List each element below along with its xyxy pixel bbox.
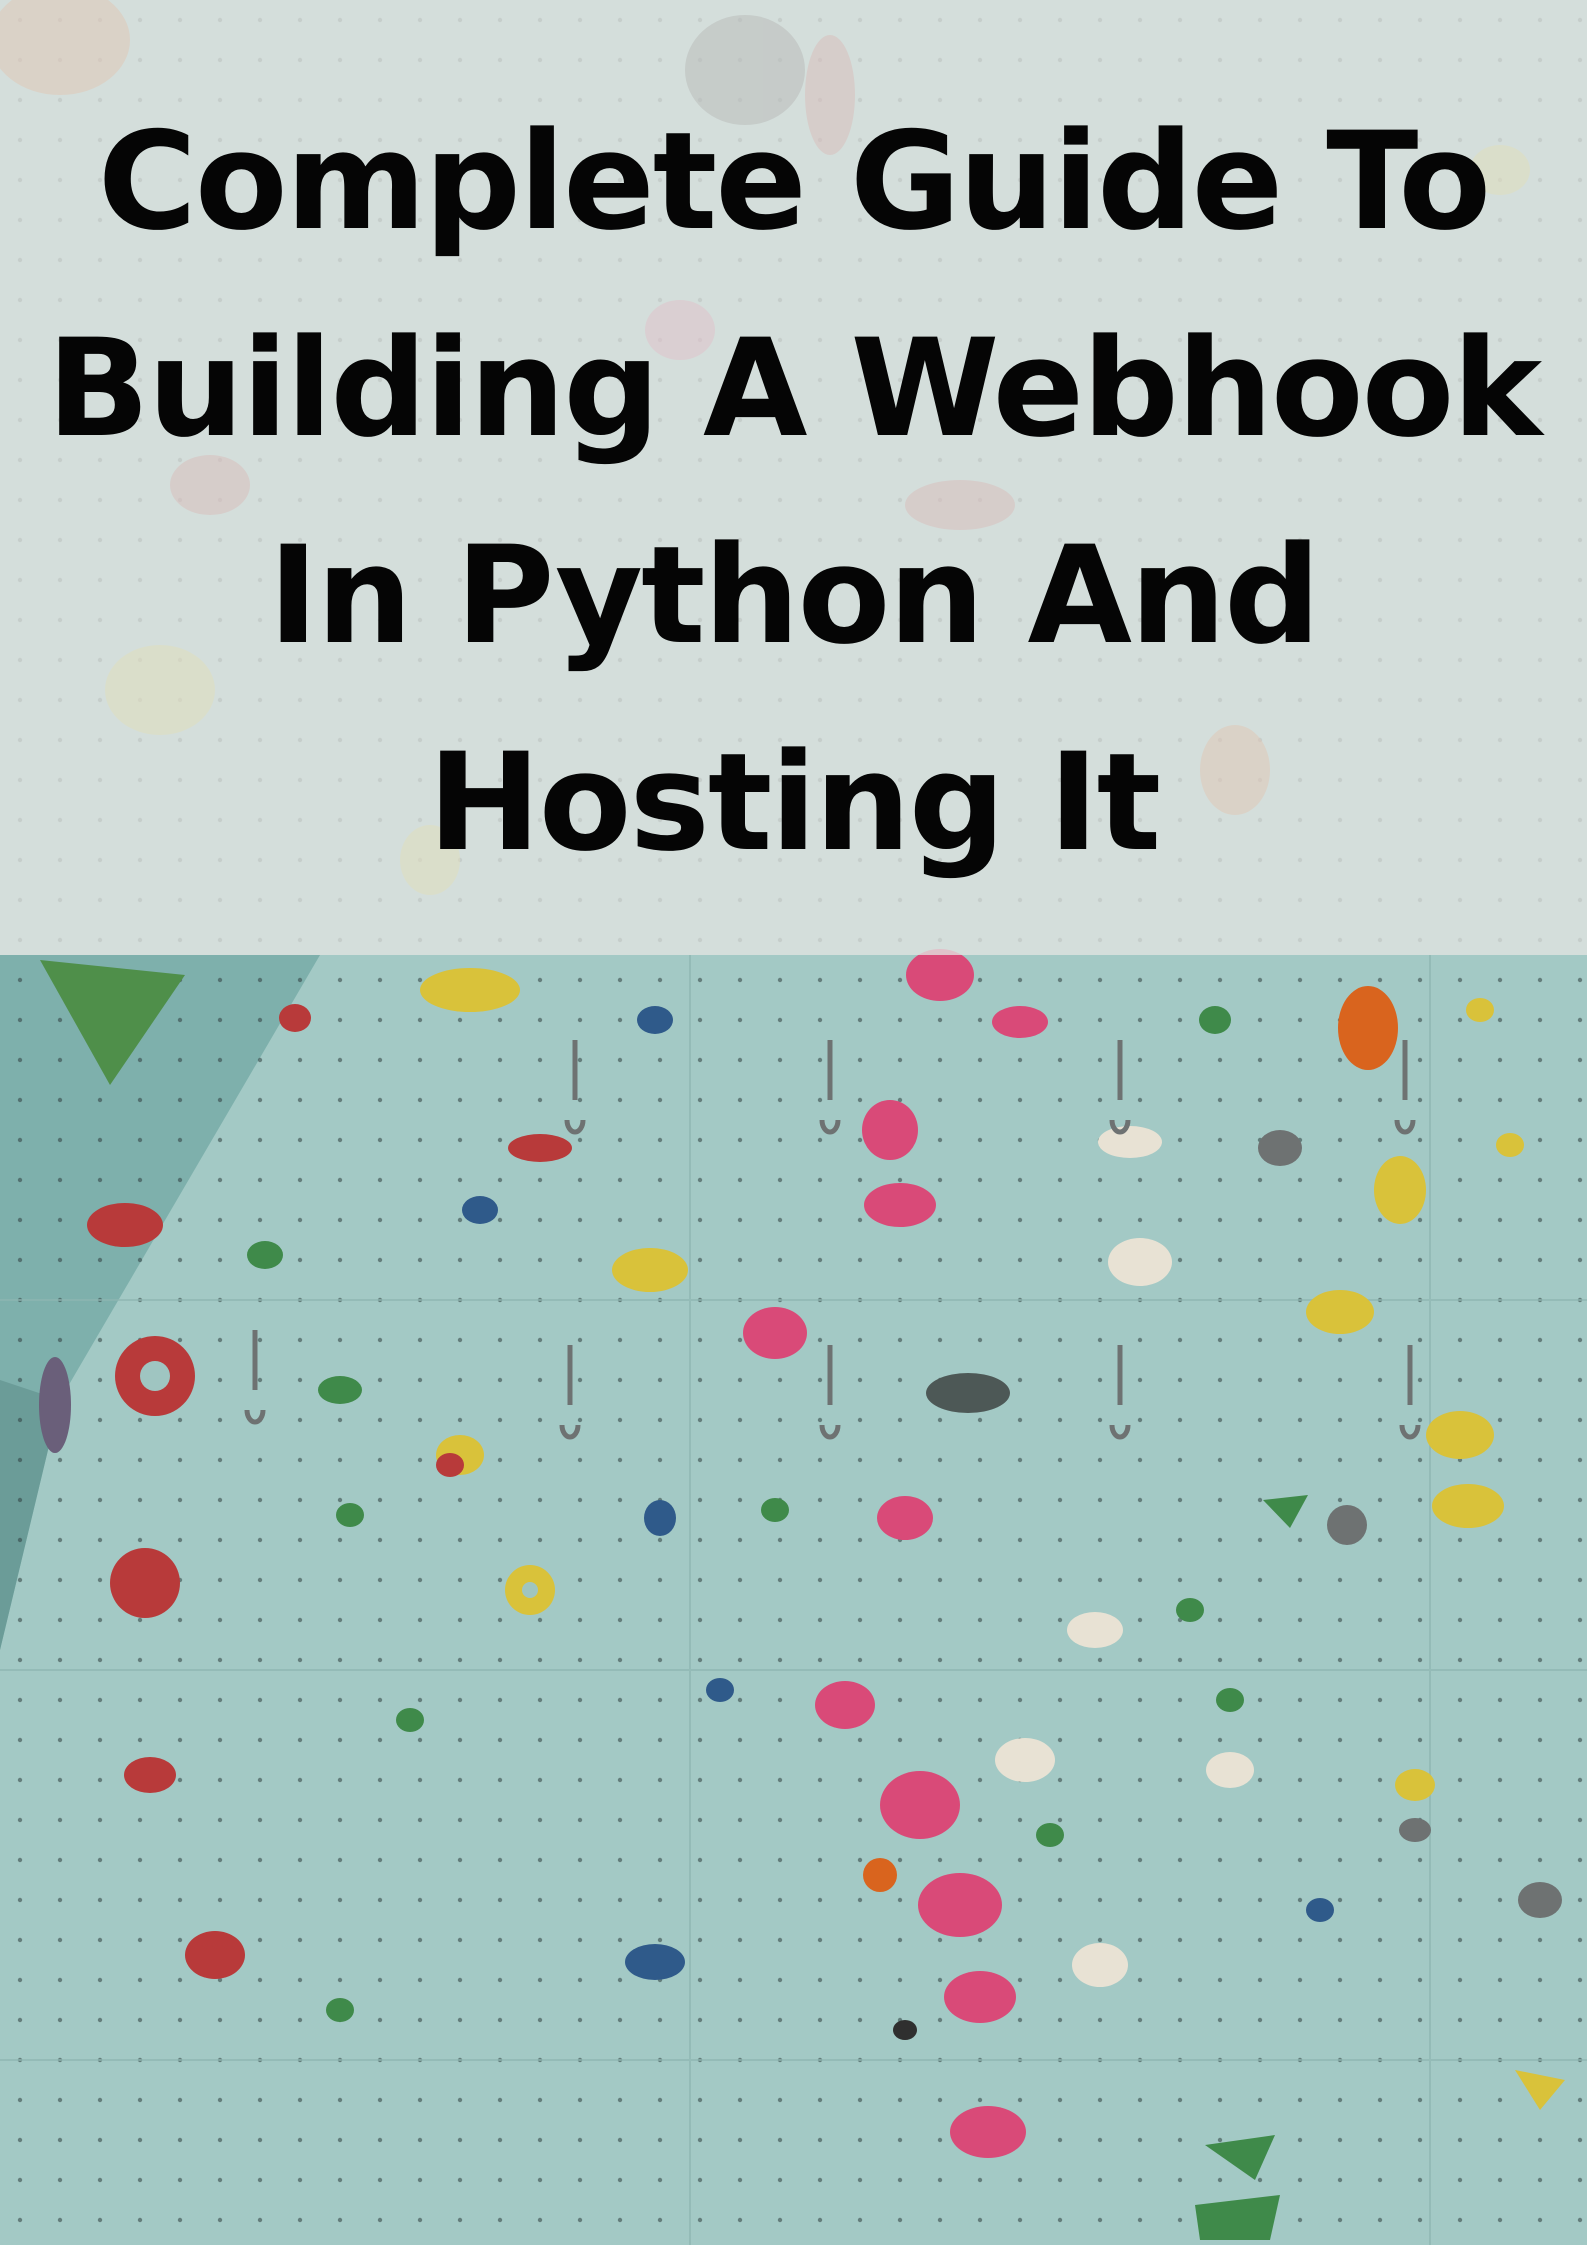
title-line: Building A Webhook [46,310,1542,467]
title-line: In Python And [268,517,1321,674]
cover-page: Complete Guide To Building A Webhook In … [0,0,1587,2245]
title-line: Complete Guide To [97,103,1491,260]
title-line: Hosting It [427,724,1161,881]
cover-title: Complete Guide To Building A Webhook In … [0,78,1587,906]
